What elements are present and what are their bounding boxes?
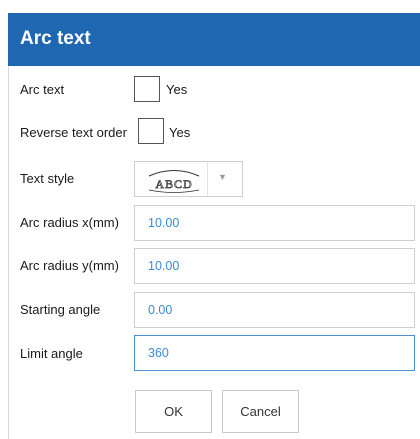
reverse-text-order-checkbox-label[interactable]: Yes: [169, 125, 190, 141]
limit-angle-input[interactable]: [134, 335, 415, 371]
ok-button[interactable]: OK: [135, 390, 212, 433]
arc-text-style-icon: ABCD: [148, 170, 200, 193]
arc-radius-x-input[interactable]: [134, 205, 415, 241]
dialog-title: Arc text: [20, 28, 91, 49]
reverse-text-order-label: Reverse text order: [20, 125, 127, 140]
reverse-text-order-checkbox[interactable]: [138, 118, 164, 144]
arc-radius-y-input[interactable]: [134, 248, 415, 284]
limit-angle-label: Limit angle: [20, 346, 83, 361]
dialog-title-bar: Arc text: [8, 13, 420, 66]
dropdown-arrow-icon[interactable]: ▼: [218, 172, 227, 182]
arc-radius-x-label: Arc radius x(mm): [20, 215, 119, 230]
arc-text-checkbox[interactable]: [134, 76, 160, 102]
arc-text-label: Arc text: [20, 82, 65, 97]
text-style-select[interactable]: ABCD ▼: [134, 161, 243, 197]
dialog-left-border: [8, 66, 9, 439]
select-divider: [207, 162, 208, 196]
arc-text-checkbox-label[interactable]: Yes: [166, 82, 187, 98]
arc-radius-y-label: Arc radius y(mm): [20, 258, 119, 273]
text-style-label: Text style: [20, 171, 75, 186]
cancel-button[interactable]: Cancel: [222, 390, 299, 433]
starting-angle-input[interactable]: [134, 292, 415, 328]
style-preview-text: ABCD: [155, 177, 192, 191]
starting-angle-label: Starting angle: [20, 302, 101, 317]
